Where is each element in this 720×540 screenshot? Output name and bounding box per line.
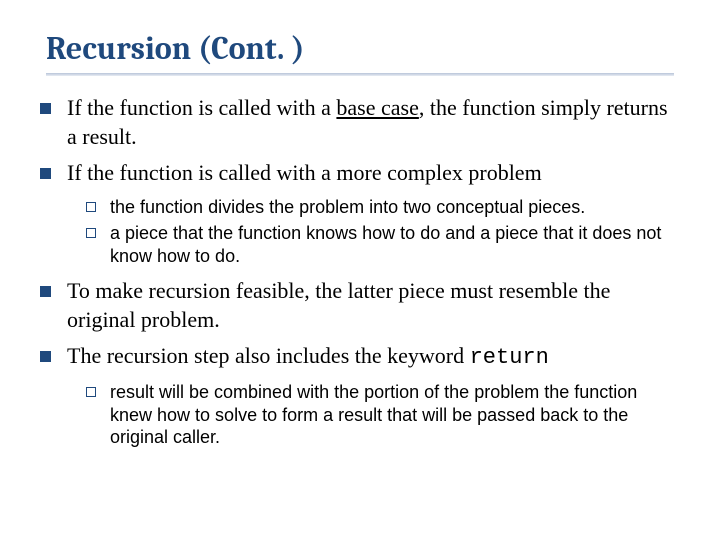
list-item: If the function is called with a more co… — [40, 159, 680, 188]
list-item: result will be combined with the portion… — [86, 381, 680, 449]
page-title: Recursion (Cont. ) — [40, 30, 680, 67]
hollow-square-bullet-icon — [86, 228, 96, 238]
bullet-text: The recursion step also includes the key… — [67, 342, 549, 373]
sub-bullet-list: result will be combined with the portion… — [40, 381, 680, 449]
bullet-text: If the function is called with a base ca… — [67, 94, 680, 151]
list-item: the function divides the problem into tw… — [86, 196, 680, 219]
title-underline — [46, 73, 674, 76]
text-fragment: If the function is called with a — [67, 95, 336, 120]
sub-bullet-text: a piece that the function knows how to d… — [110, 222, 680, 267]
bullet-list: To make recursion feasible, the latter p… — [40, 277, 680, 373]
square-bullet-icon — [40, 286, 51, 297]
square-bullet-icon — [40, 103, 51, 114]
list-item: The recursion step also includes the key… — [40, 342, 680, 373]
slide: Recursion (Cont. ) If the function is ca… — [0, 0, 720, 489]
bullet-text: If the function is called with a more co… — [67, 159, 542, 188]
hollow-square-bullet-icon — [86, 387, 96, 397]
square-bullet-icon — [40, 168, 51, 179]
keyword-return: return — [470, 345, 549, 370]
sub-bullet-list: the function divides the problem into tw… — [40, 196, 680, 268]
square-bullet-icon — [40, 351, 51, 362]
hollow-square-bullet-icon — [86, 202, 96, 212]
bullet-text: To make recursion feasible, the latter p… — [67, 277, 680, 334]
list-item: If the function is called with a base ca… — [40, 94, 680, 151]
text-fragment: The recursion step also includes the key… — [67, 343, 470, 368]
bullet-list: If the function is called with a base ca… — [40, 94, 680, 188]
sub-bullet-text: the function divides the problem into tw… — [110, 196, 585, 219]
underlined-term: base case — [336, 95, 418, 120]
list-item: To make recursion feasible, the latter p… — [40, 277, 680, 334]
sub-bullet-text: result will be combined with the portion… — [110, 381, 680, 449]
list-item: a piece that the function knows how to d… — [86, 222, 680, 267]
